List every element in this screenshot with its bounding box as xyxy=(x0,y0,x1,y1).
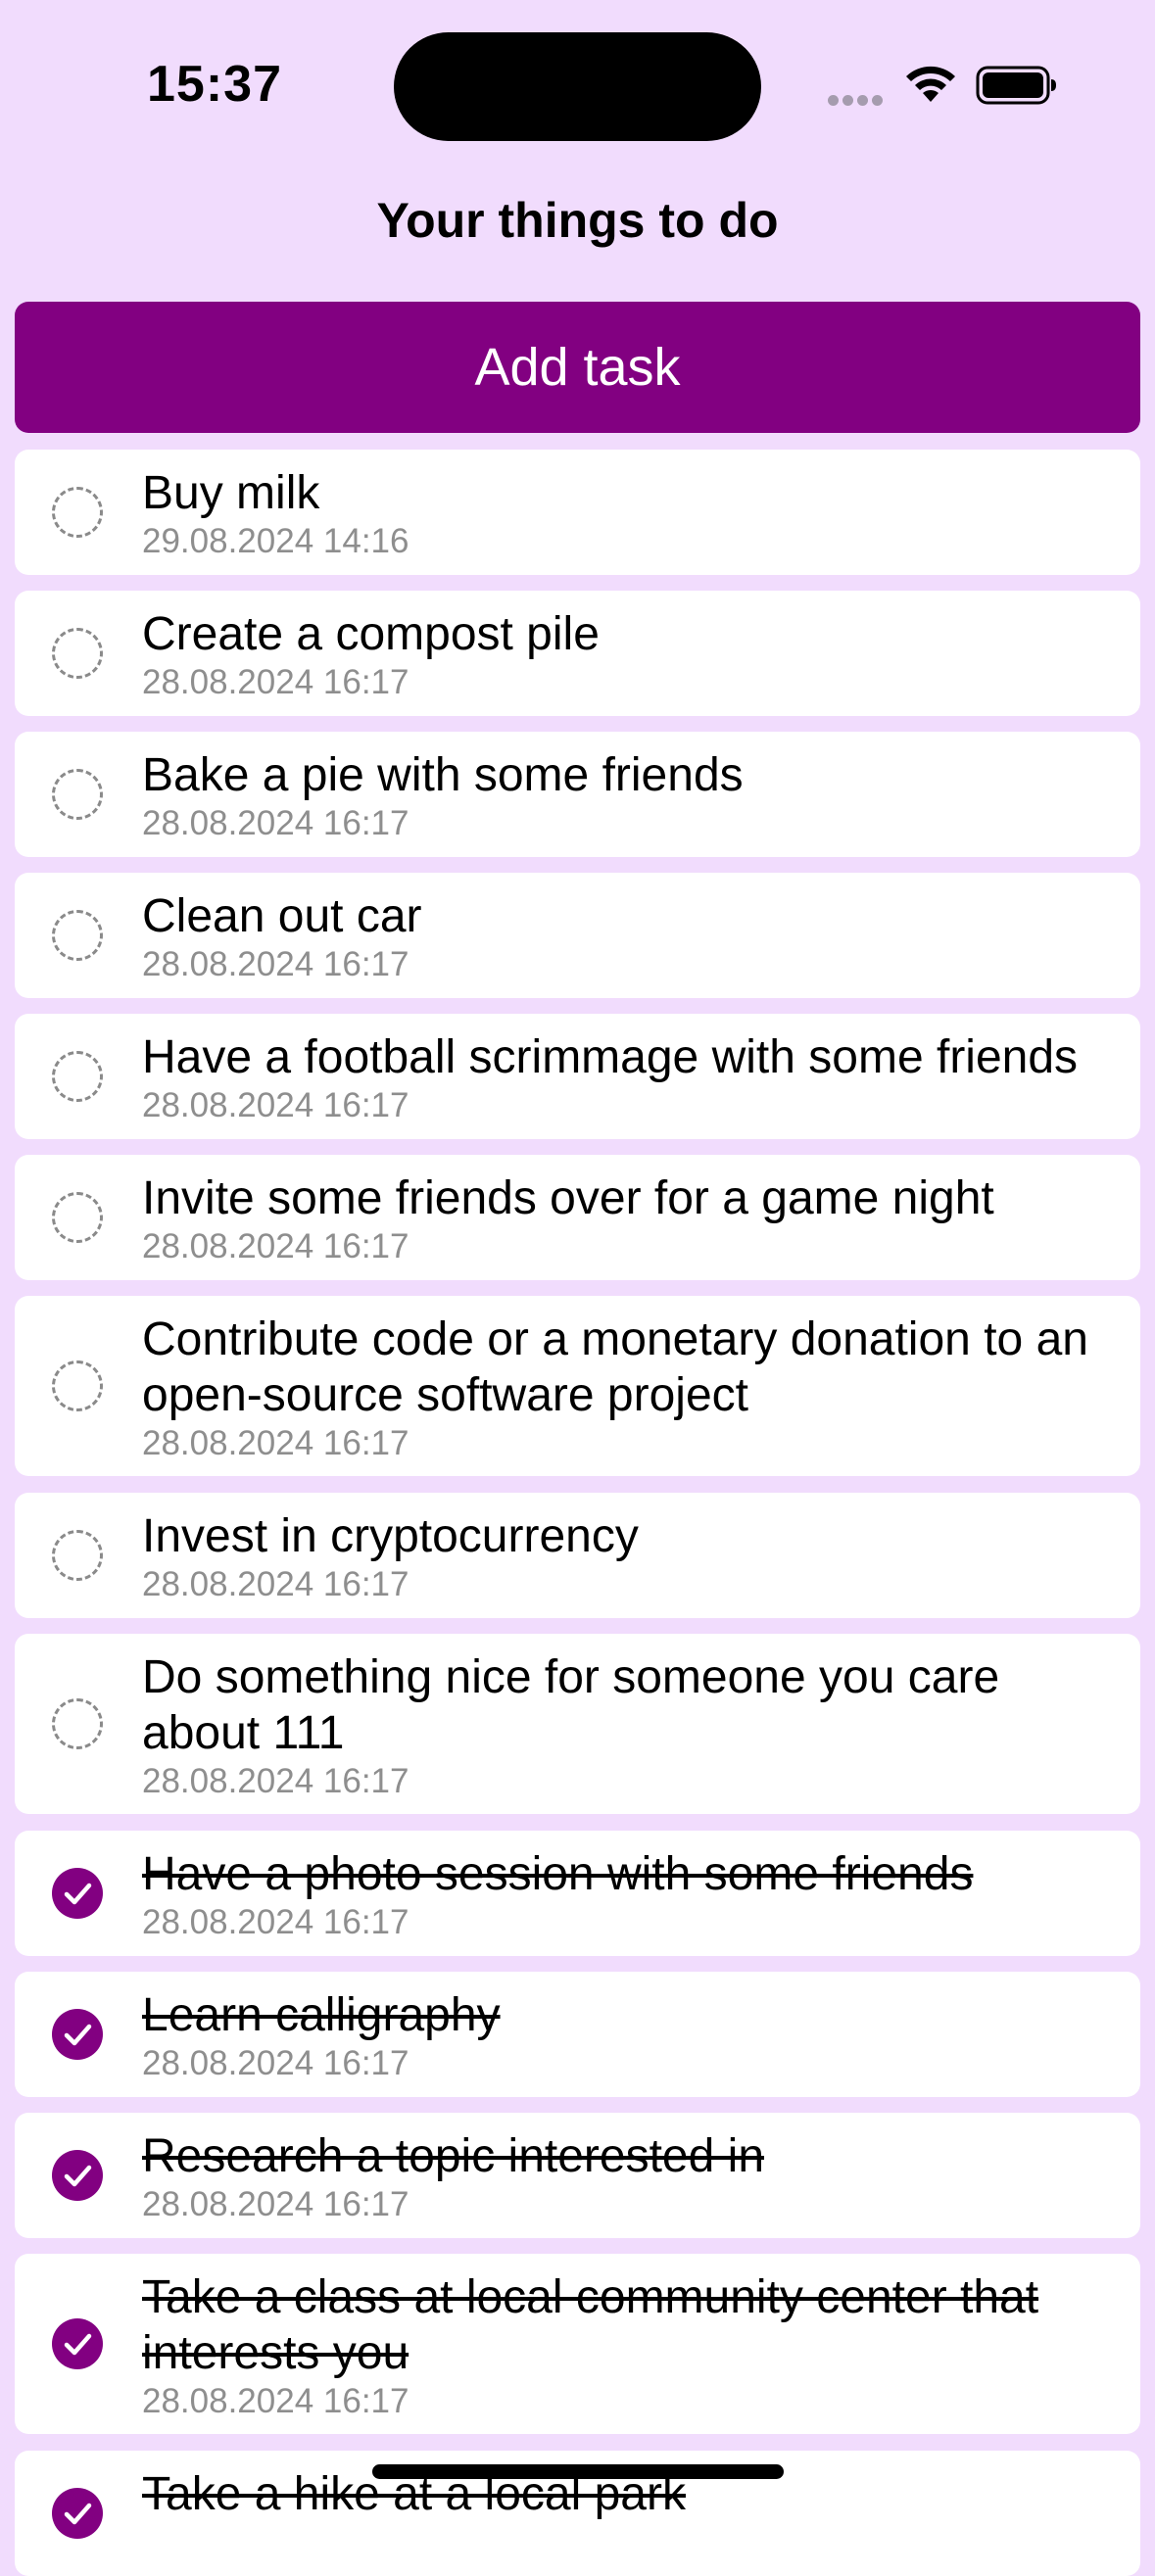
dashed-circle-icon[interactable] xyxy=(52,1698,103,1749)
task-title: Buy milk xyxy=(142,467,320,519)
task-text: Learn calligraphy 28.08.2024 16:17 xyxy=(142,1987,1122,2084)
task-item[interactable]: Clean out car 28.08.2024 16:17 xyxy=(15,873,1140,998)
task-item[interactable]: Bake a pie with some friends 28.08.2024 1… xyxy=(15,732,1140,857)
dashed-circle-icon[interactable] xyxy=(52,487,103,538)
checkmark-circle-icon[interactable] xyxy=(52,1868,103,1919)
task-item[interactable]: Have a football scrimmage with some frie… xyxy=(15,1014,1140,1139)
task-text: Invest in cryptocurrency 28.08.2024 16:17 xyxy=(142,1508,1122,1605)
task-date: 28.08.2024 16:17 xyxy=(142,1903,409,1941)
checkmark-circle-icon[interactable] xyxy=(52,2488,103,2539)
dashed-circle-icon[interactable] xyxy=(52,1530,103,1581)
task-item[interactable]: Create a compost pile 28.08.2024 16:17 xyxy=(15,591,1140,716)
task-text: Take a class at local community center t… xyxy=(142,2269,1122,2422)
home-indicator xyxy=(372,2464,784,2479)
task-text: Do something nice for someone you care a… xyxy=(142,1649,1122,1802)
task-item[interactable]: Invite some friends over for a game nigh… xyxy=(15,1155,1140,1280)
task-date: 29.08.2024 14:16 xyxy=(142,522,409,560)
dashed-circle-icon[interactable] xyxy=(52,1051,103,1102)
dashed-circle-icon[interactable] xyxy=(52,1360,103,1411)
task-date: 28.08.2024 16:17 xyxy=(142,2185,409,2223)
checkmark-circle-icon[interactable] xyxy=(52,2150,103,2201)
task-text: Invite some friends over for a game nigh… xyxy=(142,1170,1122,1267)
checkmark-circle-icon[interactable] xyxy=(52,2318,103,2369)
task-title: Learn calligraphy xyxy=(142,1989,501,2041)
task-text: Have a photo session with some friends 28… xyxy=(142,1846,1122,1943)
task-list: Buy milk 29.08.2024 14:16 Create a compost… xyxy=(0,0,1155,2576)
dashed-circle-icon[interactable] xyxy=(52,769,103,820)
task-item[interactable]: Do something nice for someone you care a… xyxy=(15,1634,1140,1814)
task-date: 28.08.2024 16:17 xyxy=(142,804,409,842)
task-item[interactable]: Have a photo session with some friends 28… xyxy=(15,1831,1140,1956)
task-text: Create a compost pile 28.08.2024 16:17 xyxy=(142,606,1122,703)
task-date: 28.08.2024 16:17 xyxy=(142,1227,409,1265)
dashed-circle-icon[interactable] xyxy=(52,628,103,679)
task-title: Bake a pie with some friends xyxy=(142,749,744,801)
task-date: 28.08.2024 16:17 xyxy=(142,945,409,983)
task-item[interactable]: Research a topic interested in 28.08.2024… xyxy=(15,2113,1140,2238)
task-text: Clean out car 28.08.2024 16:17 xyxy=(142,888,1122,985)
task-date: 28.08.2024 16:17 xyxy=(142,1424,409,1462)
dashed-circle-icon[interactable] xyxy=(52,1192,103,1243)
task-text: Buy milk 29.08.2024 14:16 xyxy=(142,465,1122,562)
task-text: Contribute code or a monetary donation t… xyxy=(142,1312,1122,1464)
task-item[interactable]: Learn calligraphy 28.08.2024 16:17 xyxy=(15,1972,1140,2097)
task-title: Take a class at local community center t… xyxy=(142,2271,1039,2379)
task-item[interactable]: Contribute code or a monetary donation t… xyxy=(15,1296,1140,1476)
task-title: Invest in cryptocurrency xyxy=(142,1510,639,1562)
task-title: Clean out car xyxy=(142,890,422,942)
task-title: Do something nice for someone you care a… xyxy=(142,1651,1000,1759)
task-date: 28.08.2024 16:17 xyxy=(142,2382,409,2420)
task-item[interactable]: Take a class at local community center t… xyxy=(15,2254,1140,2434)
task-title: Have a football scrimmage with some frie… xyxy=(142,1031,1079,1083)
task-date: 28.08.2024 16:17 xyxy=(142,2044,409,2082)
task-text: Research a topic interested in 28.08.2024… xyxy=(142,2128,1122,2225)
task-title: Research a topic interested in xyxy=(142,2130,765,2182)
task-item[interactable]: Invest in cryptocurrency 28.08.2024 16:17 xyxy=(15,1493,1140,1618)
task-date: 28.08.2024 16:17 xyxy=(142,1565,409,1603)
dashed-circle-icon[interactable] xyxy=(52,910,103,961)
checkmark-circle-icon[interactable] xyxy=(52,2009,103,2060)
task-date: 28.08.2024 16:17 xyxy=(142,663,409,701)
task-date: 28.08.2024 16:17 xyxy=(142,1762,409,1800)
task-title: Have a photo session with some friends xyxy=(142,1848,974,1900)
task-title: Invite some friends over for a game nigh… xyxy=(142,1172,994,1224)
task-title: Contribute code or a monetary donation t… xyxy=(142,1313,1088,1421)
task-text: Bake a pie with some friends 28.08.2024 1… xyxy=(142,747,1122,844)
task-item[interactable]: Buy milk 29.08.2024 14:16 xyxy=(15,450,1140,575)
task-title: Create a compost pile xyxy=(142,608,600,660)
task-text: Have a football scrimmage with some frie… xyxy=(142,1029,1122,1126)
task-date: 28.08.2024 16:17 xyxy=(142,1086,409,1124)
